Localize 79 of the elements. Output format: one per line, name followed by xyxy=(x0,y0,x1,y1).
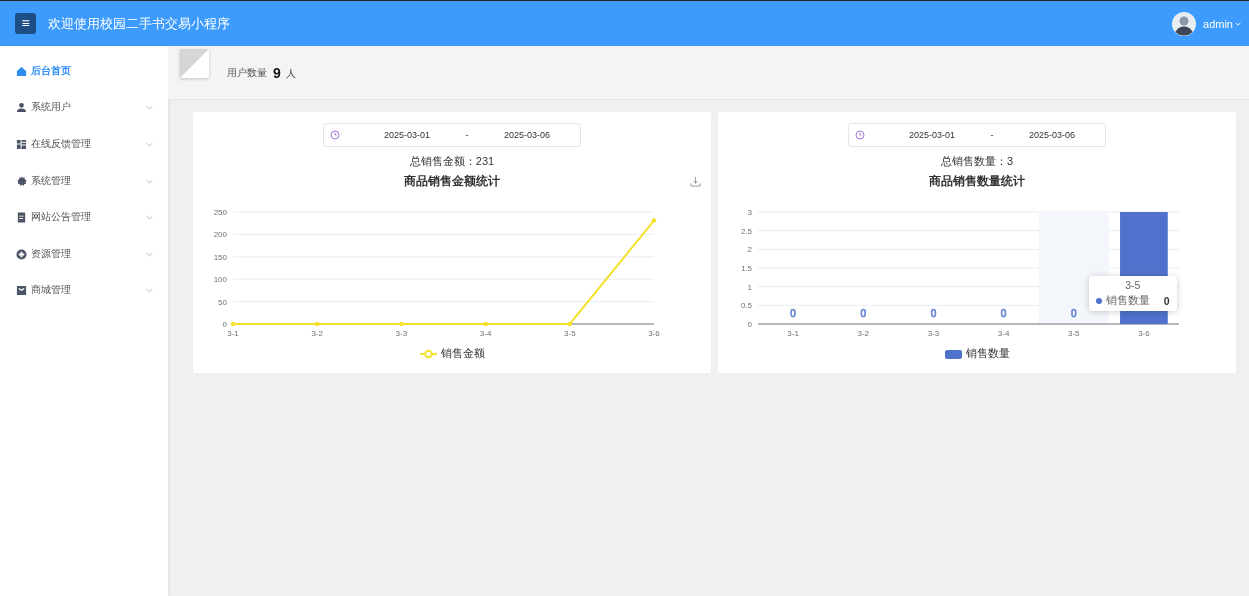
x-tick-label: 3-4 xyxy=(479,329,492,338)
data-point xyxy=(567,321,572,327)
sidebar-item[interactable]: 后台首页 xyxy=(0,53,168,90)
sidebar-item[interactable]: 商城管理 xyxy=(0,272,168,310)
y-tick-label: 2.5 xyxy=(740,226,752,236)
data-label: 0 xyxy=(930,308,937,319)
stat-label: 用户数量 xyxy=(227,67,267,80)
gear-icon xyxy=(16,175,27,187)
avatar-icon[interactable] xyxy=(1172,11,1197,36)
image-placeholder-icon xyxy=(180,49,209,78)
start-date: 2025-03-01 xyxy=(907,130,956,140)
y-tick-label: 1 xyxy=(747,282,752,292)
y-tick-label: 0 xyxy=(747,320,752,329)
legend-label[interactable]: 销售数量 xyxy=(965,347,1010,361)
data-label: 0 xyxy=(860,308,867,319)
x-tick-label: 3-6 xyxy=(648,329,660,338)
tooltip-value: 0 xyxy=(1163,295,1170,307)
house-icon xyxy=(16,65,27,77)
y-tick-label: 100 xyxy=(213,275,227,285)
data-label: 0 xyxy=(1070,308,1077,319)
download-icon[interactable] xyxy=(690,176,701,187)
person-icon xyxy=(16,102,27,114)
tooltip-series: 销售数量 xyxy=(1105,294,1150,308)
x-tick-label: 3-3 xyxy=(395,329,408,338)
total-text: 总销售数量：3 xyxy=(940,154,1014,169)
range-separator: - xyxy=(989,130,995,140)
x-tick-label: 3-2 xyxy=(311,329,323,338)
legend-swatch[interactable] xyxy=(944,349,962,359)
x-tick-label: 3-1 xyxy=(787,329,799,338)
range-separator: - xyxy=(464,130,470,140)
x-tick-label: 3-2 xyxy=(857,329,870,338)
document-icon xyxy=(16,212,27,224)
data-point xyxy=(399,321,404,327)
series-dot xyxy=(1095,298,1102,304)
x-tick-label: 3-3 xyxy=(927,329,940,338)
y-tick-label: 250 xyxy=(213,208,227,217)
clock-icon xyxy=(855,130,865,140)
data-point xyxy=(315,321,320,327)
y-tick-label: 0.5 xyxy=(740,301,752,311)
chart-title: 商品销售金额统计 xyxy=(404,173,500,190)
start-date: 2025-03-01 xyxy=(382,130,431,140)
menu-button[interactable]: ≡ xyxy=(15,13,36,34)
caret-icon[interactable] xyxy=(1235,21,1241,26)
sidebar-item[interactable]: 网站公告管理 xyxy=(0,199,168,236)
sidebar-item[interactable]: 系统用户 xyxy=(0,89,168,127)
data-label: 0 xyxy=(1000,308,1007,319)
data-point xyxy=(230,321,236,327)
end-date: 2025-03-06 xyxy=(1027,130,1076,140)
clock-icon xyxy=(330,130,340,140)
x-tick-label: 3-6 xyxy=(1138,329,1150,338)
tooltip-title: 3-5 xyxy=(1124,279,1142,291)
x-tick-label: 3-5 xyxy=(1067,329,1080,338)
sidebar-item[interactable]: 在线反馈管理 xyxy=(0,126,168,163)
y-tick-label: 1.5 xyxy=(740,264,752,273)
chart-title: 商品销售数量统计 xyxy=(929,173,1025,190)
data-point xyxy=(483,321,488,327)
grid-icon xyxy=(16,139,27,150)
date-range-field[interactable]: 2025-03-01 - 2025-03-06 xyxy=(323,123,581,147)
x-tick-label: 3-5 xyxy=(564,329,576,338)
y-tick-label: 3 xyxy=(747,208,752,217)
envelope-icon xyxy=(16,285,27,297)
total-text: 总销售金额：231 xyxy=(409,154,495,169)
date-range-field[interactable]: 2025-03-01 - 2025-03-06 xyxy=(848,123,1106,147)
stat-unit: 人 xyxy=(285,66,296,81)
data-point xyxy=(651,218,657,223)
sidebar-item[interactable]: 系统管理 xyxy=(0,162,168,200)
end-date: 2025-03-06 xyxy=(502,130,551,140)
app-title: 欢迎使用校园二手书交易小程序 xyxy=(48,14,230,33)
data-label: 0 xyxy=(790,308,796,319)
sidebar-item[interactable]: 资源管理 xyxy=(0,235,168,273)
y-tick-label: 50 xyxy=(218,297,227,307)
y-tick-label: 150 xyxy=(213,252,227,262)
stat-value: 9 xyxy=(273,64,281,81)
x-tick-label: 3-4 xyxy=(997,329,1010,338)
legend-label[interactable]: 销售金额 xyxy=(440,347,485,361)
y-tick-label: 0 xyxy=(222,320,227,329)
y-tick-label: 2 xyxy=(747,245,752,255)
x-tick-label: 3-1 xyxy=(227,329,239,338)
y-tick-label: 200 xyxy=(213,230,227,240)
